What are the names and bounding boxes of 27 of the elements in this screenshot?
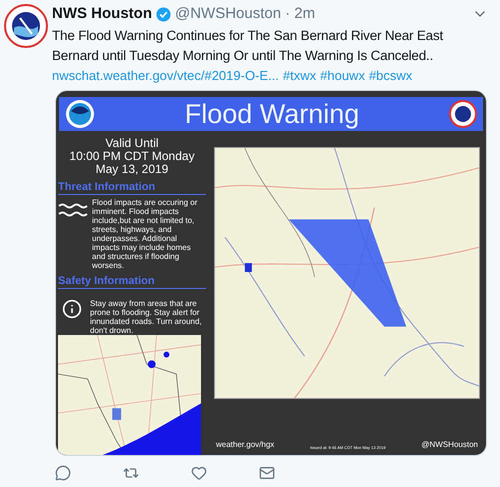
section-heading: Safety Information (58, 274, 206, 289)
footer-website: weather.gov/hgx (216, 439, 274, 451)
reply-icon[interactable] (55, 465, 71, 481)
footer-handle: @NWSHouston (421, 439, 478, 451)
hashtag-link[interactable]: #bcswx (368, 66, 412, 86)
agency-logo-icon (65, 99, 95, 129)
info-icon (62, 299, 82, 319)
valid-until-text: May 13, 2019 (96, 163, 168, 176)
section-text: Flood impacts are occuring or imminent. Flood impacts include,but are not limited to, streets, highways, and underpasses. Additional impacts may include homes and structures if flooding worsens. (92, 198, 198, 270)
hashtag-link[interactable]: #houwx (320, 66, 365, 86)
valid-until-text: Valid Until (105, 137, 159, 150)
agency-logo-icon (449, 100, 477, 128)
section-heading: Threat Information (58, 180, 206, 195)
warning-title: Flood Warning (184, 98, 360, 131)
like-icon[interactable] (191, 465, 207, 481)
flood-warning-graphic[interactable] (55, 90, 487, 456)
hashtag-link[interactable]: #txwx (282, 66, 316, 86)
tweet-link[interactable]: nwschat.weather.gov/vtec/#2019-O-E... (52, 66, 279, 86)
author-handle[interactable]: @NWSHouston (174, 4, 282, 24)
tweet-text: The Flood Warning Continues for The San Bernard River Near East Bernard until Tuesday Morning Or until The Warning Is Canceled.. (52, 27, 444, 65)
tweet-time[interactable]: · 2m (285, 4, 316, 24)
valid-until-text: 10:00 PM CDT Monday (69, 150, 195, 163)
avatar-logo-icon[interactable] (4, 4, 48, 48)
author-name[interactable]: NWS Houston (52, 4, 152, 24)
section-text: Stay away from areas that are prone to flooding. Stay alert for innundated roads. Turn around, don't drown. (90, 299, 203, 335)
message-icon[interactable] (259, 465, 275, 481)
waves-icon (58, 202, 88, 218)
